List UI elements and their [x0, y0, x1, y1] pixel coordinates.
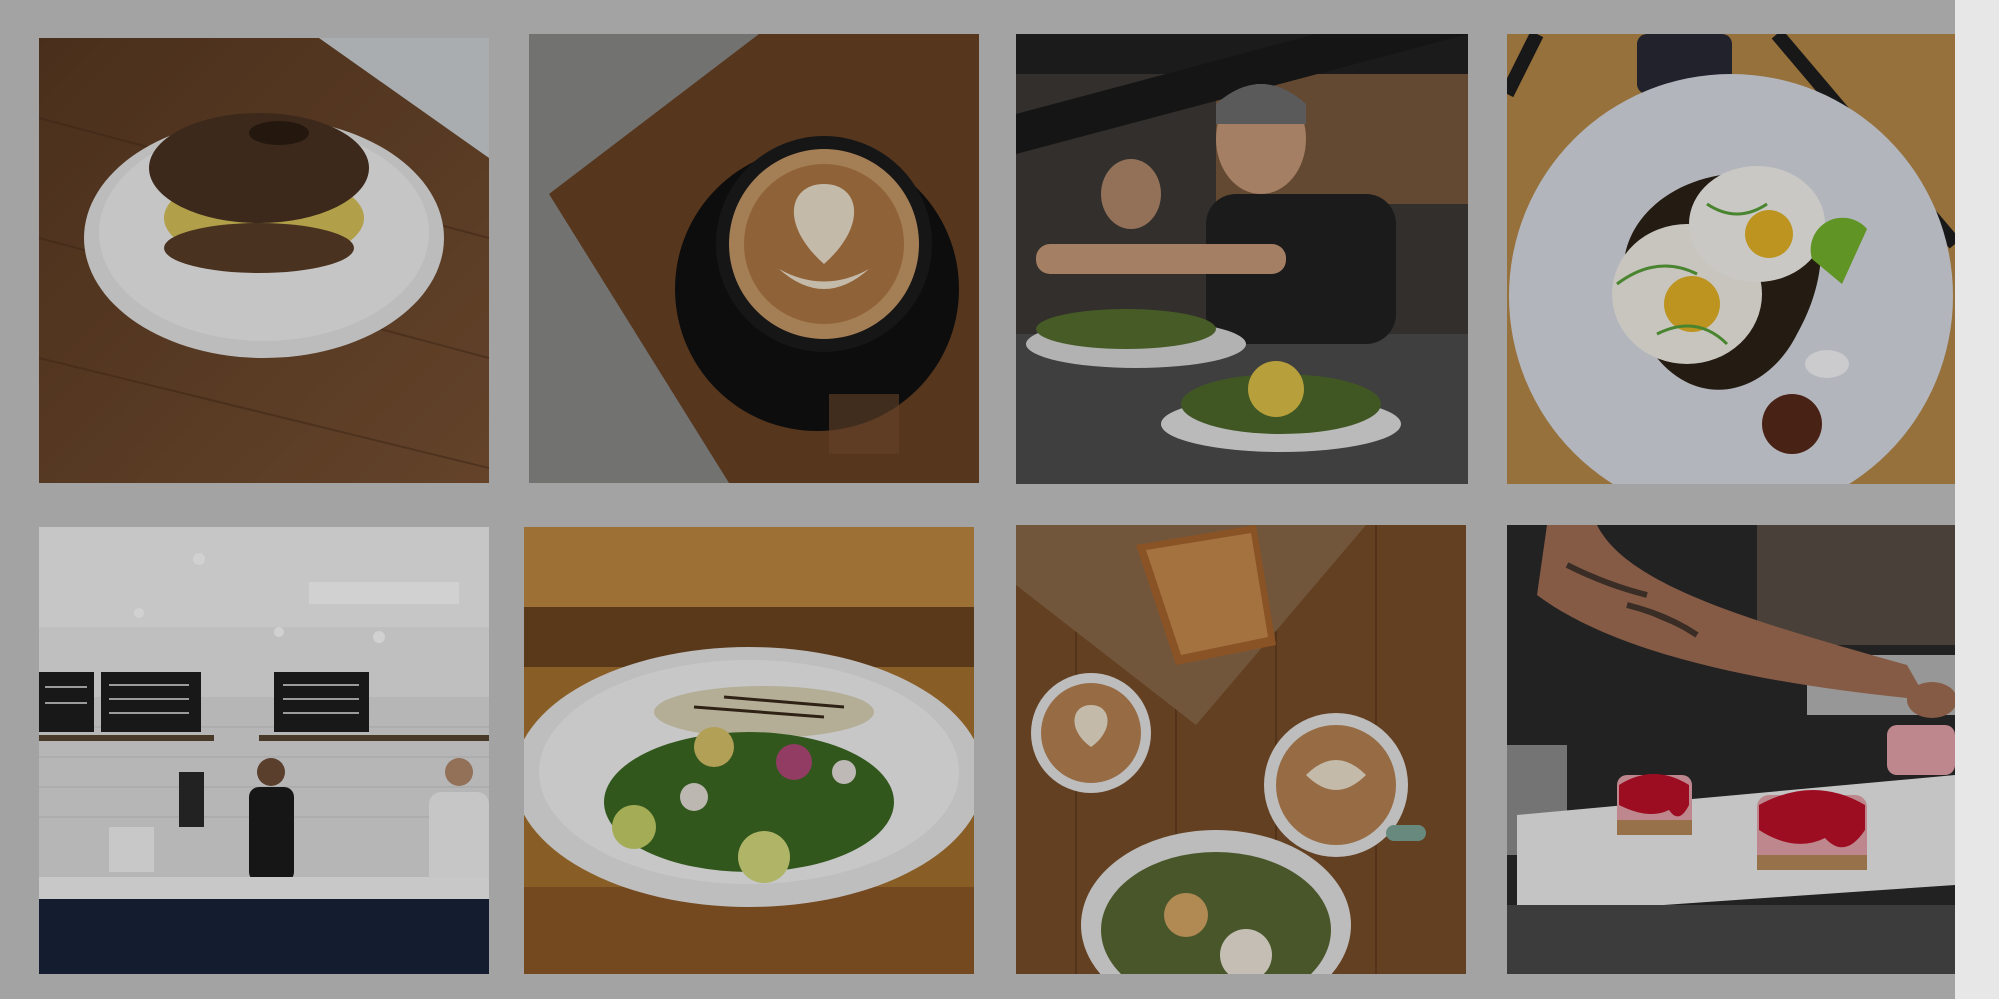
gallery-photo-cafe-counter[interactable] [39, 527, 489, 974]
gallery-photo-grilled-salad[interactable] [524, 527, 974, 974]
gallery-photo-bagel-sandwich[interactable] [39, 38, 489, 483]
chef-plating-image [1016, 34, 1468, 484]
coffee-and-quiche-image [1016, 525, 1466, 974]
photo-gallery-page [0, 0, 1999, 999]
cheesecake-plating-image [1507, 525, 1955, 974]
cafe-counter-image [39, 527, 489, 974]
vertical-scrollbar[interactable] [1955, 0, 1999, 999]
gallery-photo-cheesecake-plating[interactable] [1507, 525, 1955, 974]
gallery-photo-coffee-and-quiche[interactable] [1016, 525, 1466, 974]
gallery-photo-fried-egg-toast[interactable] [1507, 34, 1955, 484]
bagel-sandwich-image [39, 38, 489, 483]
latte-art-image [529, 34, 979, 483]
grilled-salad-image [524, 527, 974, 974]
gallery-photo-chef-plating[interactable] [1016, 34, 1468, 484]
gallery-photo-latte-art[interactable] [529, 34, 979, 483]
fried-egg-toast-image [1507, 34, 1955, 484]
